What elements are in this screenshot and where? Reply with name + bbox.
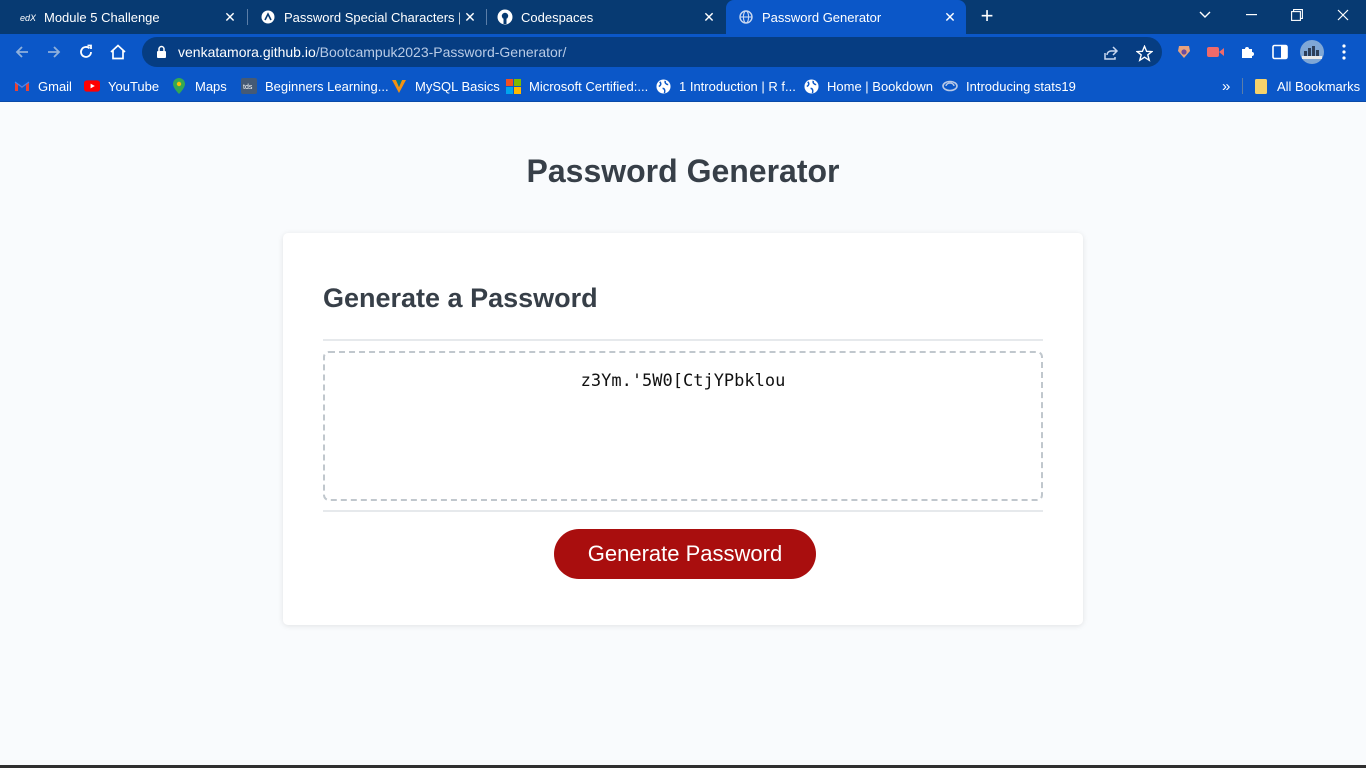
brave-extension-icon[interactable] [1174,42,1194,62]
bookmark-label: Maps [195,78,227,94]
tab-search-chevron-down-icon[interactable] [1182,0,1228,30]
star-bookmark-icon[interactable] [1135,44,1153,62]
gmail-icon [14,78,30,94]
globe-icon [738,9,754,25]
github-icon [497,9,513,25]
bookmark-label: Introducing stats19 [966,78,1076,94]
password-card: Generate a Password z3Ym.'5W0[CtjYPbklou… [283,233,1083,625]
menu-kebab-icon[interactable] [1334,42,1354,62]
tab-title: Module 5 Challenge [44,9,160,25]
owasp-icon [260,9,276,25]
svg-text:edX: edX [20,13,36,22]
footer-divider [323,510,1043,512]
tds-icon: tds [241,78,257,94]
extensions-puzzle-icon[interactable] [1238,42,1258,62]
globe-icon [655,78,671,94]
tab-strip: edX Module 5 Challenge ✕ Password Specia… [0,0,1366,34]
mysql-icon [391,78,407,94]
bookmark-label: YouTube [108,78,160,94]
minimize-icon[interactable] [1228,0,1274,30]
bookmark-mysql-basics[interactable]: MySQL Basics [391,76,500,96]
bookmark-label: Home | Bookdown [827,78,933,94]
tab-title: Password Special Characters | O\ [284,9,460,25]
bookmarks-bar: Gmail YouTube Maps tds Beginners Learnin… [0,70,1366,102]
page-title: Password Generator [526,153,840,189]
generate-password-button[interactable]: Generate Password [554,529,816,579]
new-tab-button[interactable]: + [976,5,998,28]
tab-password-special-characters[interactable]: Password Special Characters | O\ ✕ [248,0,486,34]
back-arrow-icon[interactable] [8,38,36,66]
tab-codespaces[interactable]: Codespaces ✕ [487,0,725,34]
bookmarks-separator [1242,78,1243,94]
url-path: /Bootcampuk2023-Password-Generator/ [315,44,567,60]
tab-password-generator[interactable]: Password Generator ✕ [726,0,966,34]
close-icon[interactable]: ✕ [699,7,719,27]
password-output[interactable]: z3Ym.'5W0[CtjYPbklou [323,351,1043,501]
address-bar[interactable]: venkatamora.github.io/Bootcampuk2023-Pas… [142,37,1162,67]
tab-title: Codespaces [521,9,594,25]
header-divider [323,339,1043,341]
home-icon[interactable] [104,38,132,66]
close-icon[interactable]: ✕ [940,7,960,27]
folder-icon [1253,78,1269,94]
url-domain: venkatamora.github.io [178,44,316,60]
youtube-icon [84,78,100,94]
bookmark-youtube[interactable]: YouTube [84,76,159,96]
close-icon[interactable]: ✕ [220,7,240,27]
close-icon[interactable]: ✕ [460,7,480,27]
share-icon[interactable] [1102,44,1120,62]
microsoft-icon [505,78,521,94]
card-header: Generate a Password [323,283,598,313]
svg-text:tds: tds [243,84,253,91]
bookmark-microsoft-certified[interactable]: Microsoft Certified:... [505,76,648,96]
bookmark-label: Beginners Learning... [265,78,389,94]
bookmark-introducing-stats19[interactable]: Introducing stats19 [942,76,1076,96]
bookmark-label: Gmail [38,78,72,94]
stats-icon [942,78,958,94]
bookmark-beginners-learning[interactable]: tds Beginners Learning... [241,76,389,96]
bookmark-maps[interactable]: Maps [171,76,227,96]
video-extension-icon[interactable] [1206,42,1226,62]
page-content: Password Generator Generate a Password z… [0,103,1366,768]
edx-icon: edX [20,9,36,25]
tab-title: Password Generator [762,9,882,25]
bookmark-label: Microsoft Certified:... [529,78,649,94]
forward-arrow-icon[interactable] [40,38,68,66]
bookmark-gmail[interactable]: Gmail [14,76,72,96]
lock-icon[interactable] [154,45,168,59]
restore-icon[interactable] [1274,0,1320,30]
bookmark-home-bookdown[interactable]: Home | Bookdown [803,76,933,96]
reload-icon[interactable] [72,38,100,66]
bookmarks-overflow-chevron-icon[interactable]: » [1222,76,1230,96]
tab-module-5[interactable]: edX Module 5 Challenge ✕ [0,0,246,34]
bookmark-label: MySQL Basics [415,78,500,94]
all-bookmarks-label: All Bookmarks [1277,78,1361,94]
avatar[interactable] [1300,40,1324,64]
all-bookmarks[interactable]: All Bookmarks [1253,76,1360,96]
bookmark-r-introduction[interactable]: 1 Introduction | R f... [655,76,796,96]
window-close-icon[interactable] [1320,0,1366,30]
globe-icon [803,78,819,94]
bookmark-label: 1 Introduction | R f... [679,78,796,94]
side-panel-icon[interactable] [1270,42,1290,62]
browser-toolbar: venkatamora.github.io/Bootcampuk2023-Pas… [0,34,1366,70]
maps-icon [171,78,187,94]
url-text: venkatamora.github.io/Bootcampuk2023-Pas… [178,44,566,60]
